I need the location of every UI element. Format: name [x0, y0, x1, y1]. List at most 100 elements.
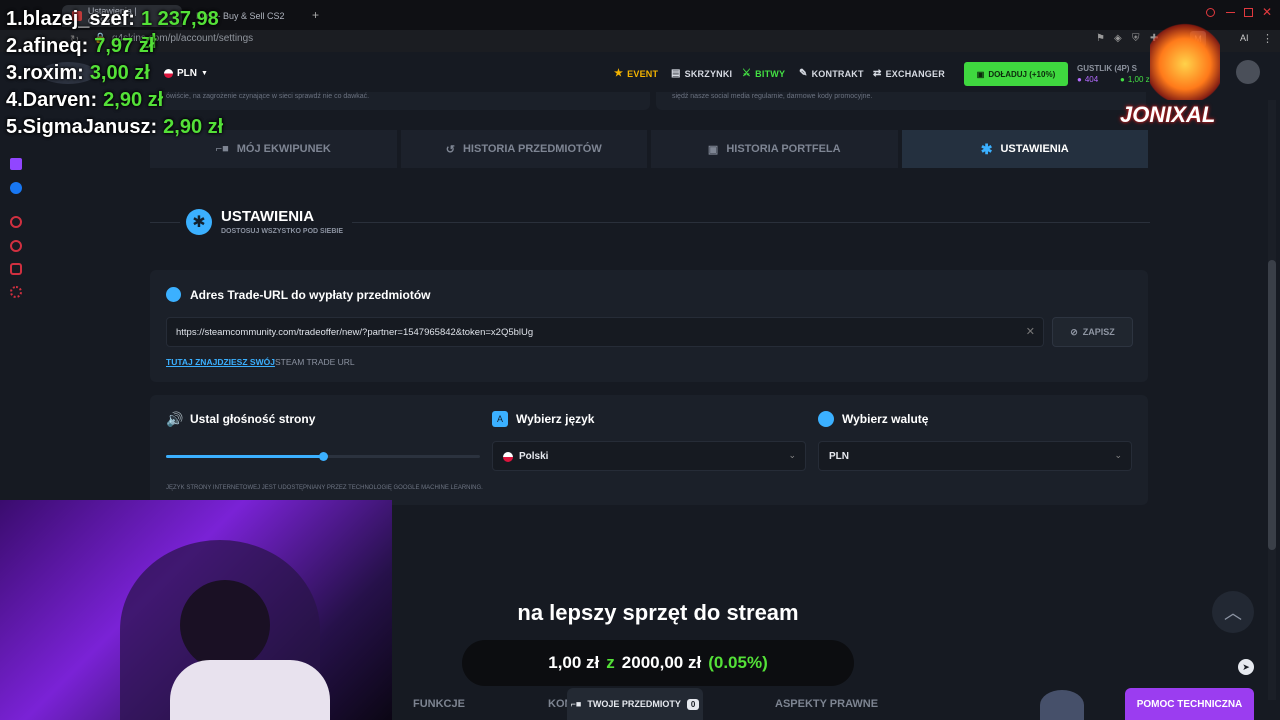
send-icon[interactable]: ➤	[1238, 659, 1254, 675]
page-title: USTAWIENIA	[221, 208, 315, 225]
support-button[interactable]: POMOC TECHNICZNA	[1125, 688, 1254, 720]
tab-label: MÓJ EKWIPUNEK	[236, 143, 331, 155]
check-circle-icon: ⊘	[1070, 326, 1078, 337]
person-head	[180, 580, 270, 670]
tab-settings[interactable]: ✱ USTAWIENIA	[901, 130, 1148, 168]
points: ● 404	[1077, 75, 1098, 84]
exchange-icon: ⇄	[873, 68, 882, 79]
tab-wallet-history[interactable]: ▣ HISTORIA PORTFELA	[651, 130, 898, 168]
gun-icon: ⌐■	[570, 699, 582, 709]
nav-skrzynki-label: SKRZYNKI	[684, 68, 733, 79]
goal-progress: 1,00 zł z 2000,00 zł (0.05%)	[462, 640, 854, 686]
volume-slider[interactable]	[166, 452, 480, 461]
refresh-icon[interactable]	[10, 263, 22, 275]
bookmark-icon[interactable]: ⚑	[1096, 33, 1105, 44]
clear-icon[interactable]: ✕	[1026, 325, 1035, 338]
scrollbar-thumb[interactable]	[1268, 260, 1276, 550]
account-tabs: ⌐■ MÓJ EKWIPUNEK ↺ HISTORIA PRZEDMIOTÓW ▣ H…	[150, 130, 1148, 168]
my-items-button[interactable]: ⌐■ TWOJE PRZEDMIOTY 0	[567, 688, 703, 720]
save-button[interactable]: ⊘ ZAPISZ	[1052, 317, 1133, 347]
gun-icon: ⌐■	[215, 143, 229, 155]
support-mascot	[1040, 690, 1084, 720]
box-icon: ▤	[671, 68, 681, 79]
nav-event[interactable]: ★ EVENT	[614, 68, 658, 79]
currency-select[interactable]: PLN ⌄	[818, 441, 1132, 471]
page-subtitle: DOSTOSUJ WSZYSTKO POD SIEBIE	[221, 228, 344, 235]
volume-slider-fill	[166, 455, 323, 458]
chevron-down-icon: ⌄	[788, 450, 796, 460]
target-icon[interactable]	[10, 216, 22, 228]
twitch-icon[interactable]	[10, 158, 22, 170]
donor-name: 1.blazej_szef:	[6, 8, 135, 30]
pencil-icon: ✎	[799, 68, 808, 79]
steam-icon	[166, 287, 181, 302]
nav-skrzynki[interactable]: ▤ SKRZYNKI	[671, 68, 732, 79]
webcam-feed	[0, 500, 392, 720]
scroll-top-button[interactable]: ︿	[1212, 591, 1254, 633]
steam-trade-url-suffix: STEAM TRADE URL	[275, 357, 355, 367]
trade-url-input[interactable]: https://steamcommunity.com/tradeoffer/ne…	[166, 317, 1044, 347]
person-shirt	[170, 660, 330, 720]
new-tab-icon[interactable]: +	[312, 8, 319, 22]
flag-pl-icon	[503, 452, 513, 462]
maximize-icon[interactable]	[1244, 8, 1253, 17]
donor-amount: 3,00 zł	[89, 62, 150, 84]
donor-amount: 2,90 zł	[103, 89, 164, 111]
items-count-badge: 0	[686, 698, 700, 710]
tab-label: HISTORIA PORTFELA	[726, 143, 841, 155]
goal-separator: z	[606, 653, 615, 672]
logo-text: JONIXAL	[1120, 102, 1216, 127]
info-card-right: siędź nasze social media regularnie, dar…	[656, 92, 1146, 110]
donor-name: 5.SigmaJanusz:	[6, 116, 158, 138]
nav-exchanger[interactable]: ⇄ EXCHANGER	[873, 68, 945, 79]
currency-label-heading: Wybierz walutę	[842, 412, 929, 426]
language-label: Wybierz język	[516, 412, 595, 426]
streamer-logo: JONIXAL	[1120, 20, 1242, 150]
nav-kontrakt[interactable]: ✎ KONTRAKT	[799, 68, 864, 79]
minimize-icon[interactable]	[1226, 12, 1235, 13]
footer-link-funkcje[interactable]: FUNKCJE	[413, 698, 465, 710]
history-icon: ↺	[445, 143, 455, 156]
settings-gear-icon: ✱	[186, 209, 212, 235]
leaderboard-row: 1.blazej_szef: 1 237,98 zł	[6, 8, 226, 53]
coin-icon: ●	[1077, 75, 1082, 84]
record-icon[interactable]	[1206, 8, 1215, 17]
phoenix-icon	[1150, 20, 1220, 100]
chevron-up-icon: ︿	[1224, 603, 1242, 623]
messenger-icon[interactable]	[10, 182, 22, 194]
divider	[150, 222, 180, 223]
battle-icon: ⚔	[742, 68, 752, 79]
goal-title: na lepszy sprzęt do stream	[517, 600, 799, 625]
coins-icon	[818, 411, 834, 427]
nav-exchanger-label: EXCHANGER	[885, 68, 945, 79]
tab-label: USTAWIENIA	[1000, 143, 1069, 155]
points-value: 404	[1084, 75, 1099, 84]
menu-icon[interactable]: ⋮	[1262, 32, 1273, 45]
nav-bitwy[interactable]: ⚔ BITWY	[742, 68, 785, 79]
nav-bitwy-label: BITWY	[755, 68, 786, 79]
topup-label: DOŁADUJ (+10%)	[988, 69, 1056, 79]
topup-button[interactable]: ▣ DOŁADUJ (+10%)	[964, 62, 1068, 86]
trade-url-title: Adres Trade-URL do wypłaty przedmiotów	[190, 288, 431, 302]
clock-icon[interactable]	[10, 240, 22, 252]
chevron-down-icon: ⌄	[1114, 450, 1122, 460]
info-card-left: ówiście, na zagrożenie czynające w sieci…	[160, 92, 650, 110]
volume-slider-handle[interactable]	[319, 452, 328, 461]
settings-side-icon[interactable]	[10, 286, 22, 298]
star-icon: ★	[614, 68, 624, 79]
info-card-left-text: ówiście, na zagrożenie czynające w sieci…	[166, 93, 370, 100]
donor-name: 3.roxim:	[6, 62, 84, 84]
tab-item-history[interactable]: ↺ HISTORIA PRZEDMIOTÓW	[400, 130, 647, 168]
info-card-right-text: siędź nasze social media regularnie, dar…	[672, 93, 873, 100]
footer-link-legal[interactable]: ASPEKTY PRAWNE	[775, 698, 878, 710]
language-select[interactable]: Polski ⌄	[492, 441, 806, 471]
translate-icon: A	[492, 411, 508, 427]
tab-label: HISTORIA PRZEDMIOTÓW	[462, 143, 602, 155]
trade-url-value: https://steamcommunity.com/tradeoffer/ne…	[176, 327, 534, 338]
leaderboard-row: 3.roxim: 3,00 zł	[6, 62, 226, 89]
save-button-label: ZAPISZ	[1082, 327, 1115, 337]
language-note: JĘZYK STRONY INTERNETOWEJ JEST UDOSTĘPNI…	[166, 485, 483, 491]
close-icon[interactable]: ✕	[1262, 5, 1272, 19]
scrollbar-track[interactable]	[1268, 100, 1276, 700]
steam-trade-url-link[interactable]: TUTAJ ZNAJDZIESZ SWÓJ	[166, 357, 275, 367]
